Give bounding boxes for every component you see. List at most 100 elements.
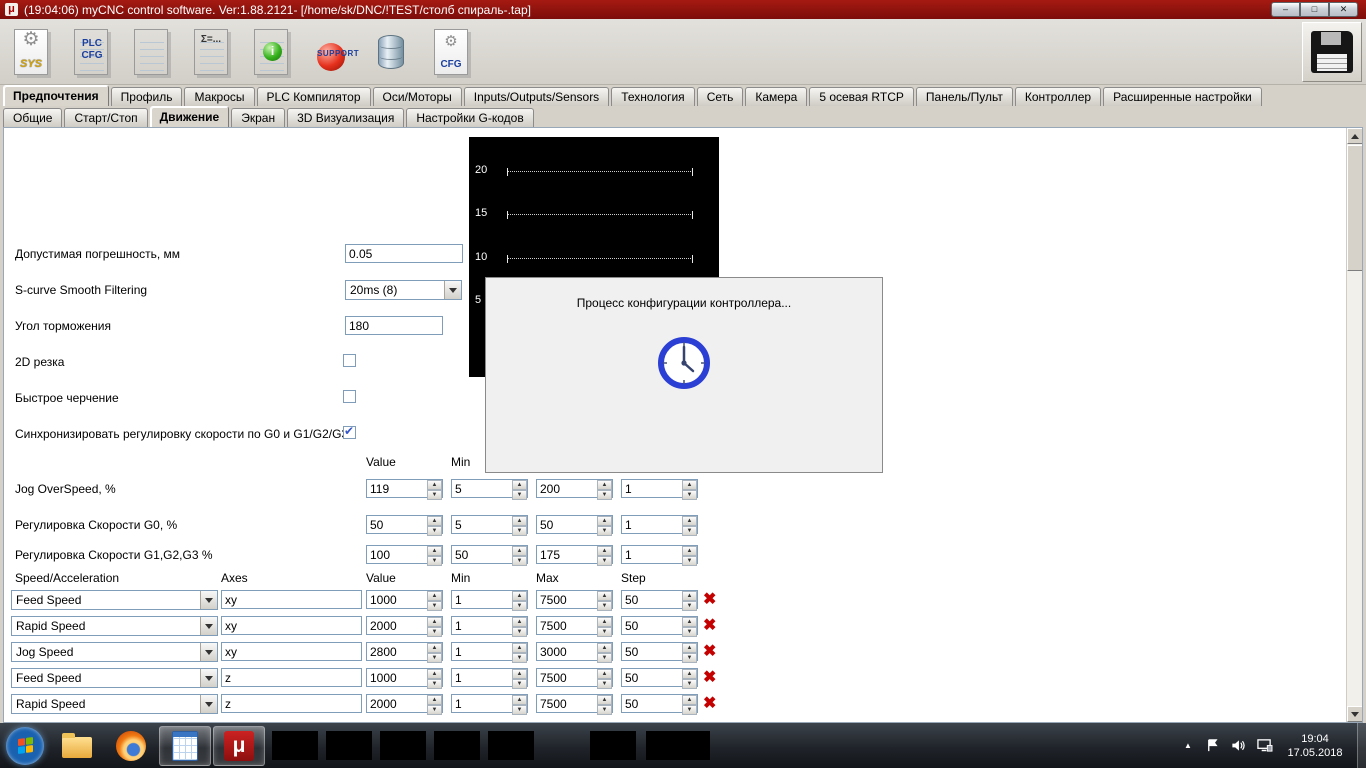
spinner-buttons[interactable] — [682, 516, 697, 533]
spinner-buttons[interactable] — [512, 516, 527, 533]
spinner-buttons[interactable] — [682, 695, 697, 712]
step-spinbox[interactable]: 50 — [621, 694, 698, 713]
tab-panel[interactable]: Панель/Пульт — [915, 87, 1013, 106]
scroll-down-button[interactable] — [1347, 706, 1362, 722]
tab-axes-motors[interactable]: Оси/Моторы — [372, 87, 462, 106]
spinner-buttons[interactable] — [682, 643, 697, 660]
taskbar-spreadsheet-button[interactable] — [159, 725, 211, 766]
maximize-button[interactable]: □ — [1300, 2, 1329, 17]
minimize-button[interactable]: – — [1271, 2, 1300, 17]
subtab-motion[interactable]: Движение — [149, 106, 230, 127]
delete-row-icon[interactable]: ✖ — [703, 669, 716, 687]
support-button[interactable]: SUPPORT — [304, 22, 359, 82]
jog-overspeed-max-spinbox[interactable]: 200 — [536, 479, 613, 498]
cfg-button[interactable]: ⚙ CFG — [424, 22, 478, 82]
tab-plc-compiler[interactable]: PLC Компилятор — [256, 87, 371, 106]
network-display-icon[interactable] — [1256, 738, 1273, 753]
tab-macros[interactable]: Макросы — [184, 87, 255, 106]
g0-speed-value-spinbox[interactable]: 50 — [366, 515, 443, 534]
save-button[interactable] — [1302, 22, 1362, 82]
speed-type-select[interactable]: Feed Speed — [11, 590, 218, 610]
spinner-buttons[interactable] — [597, 546, 612, 563]
tab-controller[interactable]: Контроллер — [1014, 87, 1102, 106]
spinner-buttons[interactable] — [512, 480, 527, 497]
spinner-buttons[interactable] — [597, 617, 612, 634]
max-spinbox[interactable]: 7500 — [536, 668, 613, 687]
taskbar-clock[interactable]: 19:04 17.05.2018 — [1283, 732, 1347, 760]
value-spinbox[interactable]: 2000 — [366, 616, 443, 635]
max-spinbox[interactable]: 7500 — [536, 590, 613, 609]
sys-button[interactable]: ⚙ SYS — [4, 22, 58, 82]
axes-input[interactable]: xy — [221, 642, 362, 661]
step-spinbox[interactable]: 50 — [621, 668, 698, 687]
g0-speed-max-spinbox[interactable]: 50 — [536, 515, 613, 534]
volume-icon[interactable] — [1230, 738, 1246, 753]
spinner-buttons[interactable] — [682, 617, 697, 634]
spinner-buttons[interactable] — [512, 643, 527, 660]
subtab-3d-visualization[interactable]: 3D Визуализация — [287, 108, 405, 127]
close-button[interactable]: ✕ — [1329, 2, 1358, 17]
spinner-buttons[interactable] — [512, 695, 527, 712]
g0-speed-min-spinbox[interactable]: 5 — [451, 515, 528, 534]
spinner-buttons[interactable] — [597, 643, 612, 660]
max-spinbox[interactable]: 7500 — [536, 694, 613, 713]
spinner-buttons[interactable] — [512, 546, 527, 563]
cut2d-checkbox[interactable] — [343, 354, 356, 367]
spinner-buttons[interactable] — [682, 669, 697, 686]
min-spinbox[interactable]: 1 — [451, 668, 528, 687]
spinner-buttons[interactable] — [512, 669, 527, 686]
step-spinbox[interactable]: 50 — [621, 642, 698, 661]
jog-overspeed-min-spinbox[interactable]: 5 — [451, 479, 528, 498]
tab-profile[interactable]: Профиль — [110, 87, 183, 106]
subtab-gcode-settings[interactable]: Настройки G-кодов — [406, 108, 534, 127]
min-spinbox[interactable]: 1 — [451, 590, 528, 609]
step-spinbox[interactable]: 50 — [621, 590, 698, 609]
speed-type-select[interactable]: Rapid Speed — [11, 616, 218, 636]
taskbar-firefox-button[interactable] — [105, 726, 157, 766]
spinner-buttons[interactable] — [427, 546, 442, 563]
spinner-buttons[interactable] — [427, 695, 442, 712]
start-button[interactable] — [6, 726, 44, 765]
min-spinbox[interactable]: 1 — [451, 694, 528, 713]
database-button[interactable] — [364, 22, 418, 82]
g123-speed-value-spinbox[interactable]: 100 — [366, 545, 443, 564]
tab-preferences[interactable]: Предпочтения — [3, 85, 109, 106]
tolerance-input[interactable]: 0.05 — [345, 244, 463, 263]
taskbar-explorer-button[interactable] — [51, 726, 103, 766]
delete-row-icon[interactable]: ✖ — [703, 617, 716, 635]
value-spinbox[interactable]: 1000 — [366, 668, 443, 687]
spinner-buttons[interactable] — [427, 480, 442, 497]
spinner-buttons[interactable] — [427, 591, 442, 608]
scroll-up-button[interactable] — [1347, 128, 1362, 144]
delete-row-icon[interactable]: ✖ — [703, 643, 716, 661]
delete-row-icon[interactable]: ✖ — [703, 695, 716, 713]
spinner-buttons[interactable] — [682, 546, 697, 563]
value-spinbox[interactable]: 1000 — [366, 590, 443, 609]
spinner-buttons[interactable] — [427, 643, 442, 660]
axes-input[interactable]: xy — [221, 590, 362, 609]
vertical-scrollbar[interactable] — [1346, 128, 1362, 722]
step-spinbox[interactable]: 50 — [621, 616, 698, 635]
g123-speed-max-spinbox[interactable]: 175 — [536, 545, 613, 564]
spinner-buttons[interactable] — [427, 617, 442, 634]
tab-advanced-settings[interactable]: Расширенные настройки — [1103, 87, 1262, 106]
spinner-buttons[interactable] — [597, 480, 612, 497]
g123-speed-step-spinbox[interactable]: 1 — [621, 545, 698, 564]
spinner-buttons[interactable] — [512, 591, 527, 608]
max-spinbox[interactable]: 7500 — [536, 616, 613, 635]
tab-inputs-outputs-sensors[interactable]: Inputs/Outputs/Sensors — [463, 87, 610, 106]
tab-camera[interactable]: Камера — [745, 87, 808, 106]
fast-draw-checkbox[interactable] — [343, 390, 356, 403]
axes-input[interactable]: z — [221, 668, 362, 687]
jog-overspeed-step-spinbox[interactable]: 1 — [621, 479, 698, 498]
axes-input[interactable]: xy — [221, 616, 362, 635]
subtab-start-stop[interactable]: Старт/Стоп — [64, 108, 148, 127]
spinner-buttons[interactable] — [597, 516, 612, 533]
value-spinbox[interactable]: 2800 — [366, 642, 443, 661]
scurve-filter-select[interactable]: 20ms (8) — [345, 280, 462, 300]
speed-type-select[interactable]: Feed Speed — [11, 668, 218, 688]
scrollbar-thumb[interactable] — [1347, 145, 1362, 271]
hidden-icons-chevron[interactable]: ▲ — [1181, 741, 1195, 750]
g0-speed-step-spinbox[interactable]: 1 — [621, 515, 698, 534]
show-desktop-button[interactable] — [1357, 723, 1366, 768]
